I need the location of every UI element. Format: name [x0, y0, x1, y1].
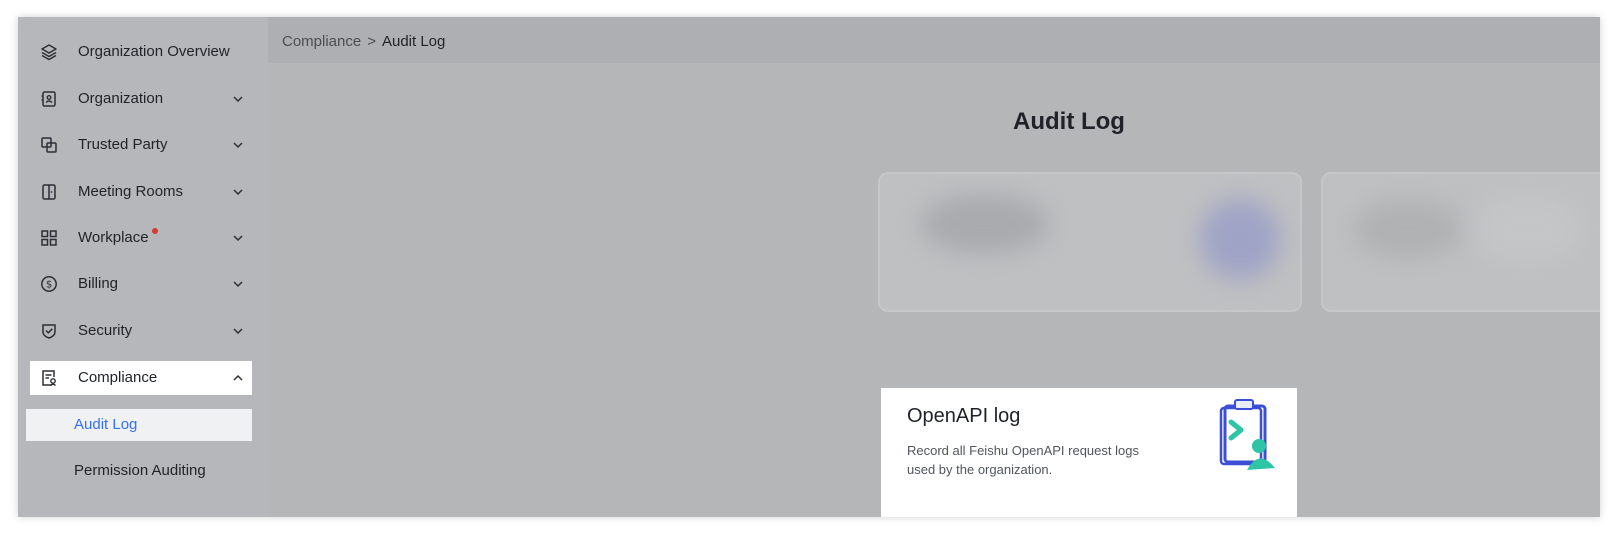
blurred-card — [878, 172, 1302, 312]
sidebar-item-label: Organization — [78, 90, 164, 107]
sidebar-item-label: Workplace — [78, 228, 158, 246]
chevron-down-icon — [233, 235, 243, 242]
sidebar-item-organization-overview[interactable]: Organization Overview — [30, 35, 252, 69]
sidebar-item-organization[interactable]: Organization — [30, 82, 252, 116]
card-title: OpenAPI log — [907, 405, 1021, 427]
main-content: Audit Log OpenAPI log Record all Feishu … — [268, 63, 1600, 517]
link-squares-icon — [41, 137, 57, 153]
breadcrumb: Compliance > Audit Log — [282, 33, 445, 50]
contact-card-icon — [41, 91, 56, 107]
app-window: Organization Overview Organization Trust… — [18, 17, 1600, 517]
sidebar-item-label: Organization Overview — [78, 43, 230, 60]
page-title: Audit Log — [1013, 108, 1125, 135]
sidebar-item-security[interactable]: Security — [30, 314, 252, 348]
clipboard-api-illustration-icon — [1219, 399, 1275, 470]
chevron-down-icon — [233, 328, 243, 335]
sidebar-subitem-audit-log[interactable]: Audit Log — [26, 409, 252, 441]
sidebar-item-workplace[interactable]: Workplace — [30, 221, 252, 255]
openapi-log-card[interactable]: OpenAPI log Record all Feishu OpenAPI re… — [881, 388, 1297, 517]
layers-icon — [41, 44, 57, 61]
grid-icon — [41, 230, 57, 246]
sidebar-item-label: Billing — [78, 275, 119, 292]
sidebar: Organization Overview Organization Trust… — [18, 17, 268, 517]
sidebar-item-compliance[interactable]: Compliance — [30, 361, 252, 395]
blurred-card — [1321, 172, 1600, 312]
chevron-down-icon — [233, 96, 243, 103]
breadcrumb-current: Audit Log — [381, 33, 446, 50]
breadcrumb-parent-link[interactable]: Compliance — [282, 33, 361, 50]
chevron-down-icon — [233, 189, 243, 196]
door-icon — [42, 184, 56, 200]
sidebar-item-label: Meeting Rooms — [78, 183, 184, 200]
sidebar-item-label: Compliance — [78, 369, 158, 386]
sidebar-subitem-permission-auditing[interactable]: Permission Auditing — [26, 455, 252, 487]
breadcrumb-separator: > — [367, 33, 376, 50]
svg-text:$: $ — [46, 280, 52, 291]
sidebar-item-label: Security — [78, 322, 133, 339]
chevron-down-icon — [233, 142, 243, 149]
sidebar-subitem-label: Audit Log — [74, 416, 138, 433]
shield-check-icon — [42, 324, 56, 339]
sidebar-item-billing[interactable]: $ Billing — [30, 267, 252, 301]
top-bar: Compliance > Audit Log — [268, 17, 1600, 63]
chevron-up-icon — [233, 374, 243, 381]
notification-badge — [151, 228, 158, 234]
dollar-circle-icon: $ — [41, 276, 57, 292]
card-description: Record all Feishu OpenAPI request logs u… — [907, 443, 1139, 477]
sidebar-item-label: Trusted Party — [78, 136, 168, 153]
sidebar-subitem-label: Permission Auditing — [74, 462, 206, 479]
sidebar-item-trusted-party[interactable]: Trusted Party — [30, 128, 252, 162]
compliance-doc-icon — [42, 370, 56, 387]
chevron-down-icon — [233, 281, 243, 288]
sidebar-item-meeting-rooms[interactable]: Meeting Rooms — [30, 175, 252, 209]
